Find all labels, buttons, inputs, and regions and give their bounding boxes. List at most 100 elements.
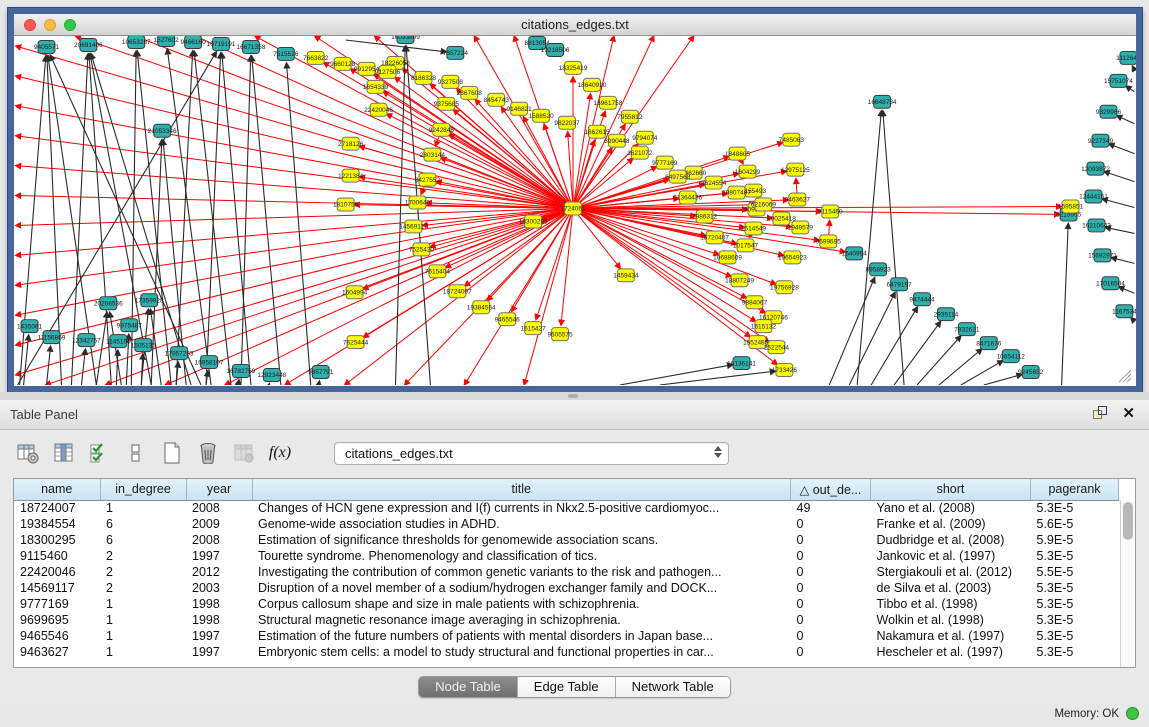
table-cell[interactable]: 2003 bbox=[186, 580, 252, 596]
table-cell[interactable]: 2009 bbox=[186, 516, 252, 532]
table-cell[interactable]: 1998 bbox=[186, 612, 252, 628]
table-cell[interactable]: 6 bbox=[100, 532, 186, 548]
table-cell[interactable]: Hescheler et al. (1997) bbox=[871, 644, 1031, 660]
table-cell[interactable]: 2008 bbox=[186, 532, 252, 548]
tab-edge-table[interactable]: Edge Table bbox=[518, 677, 616, 697]
citation-edge-black[interactable] bbox=[141, 354, 143, 385]
citation-edge-red[interactable] bbox=[573, 148, 612, 208]
table-row[interactable]: 1456911722003Disruption of a novel membe… bbox=[14, 580, 1119, 596]
column-header-out_de[interactable]: △ out_de... bbox=[791, 479, 871, 500]
table-cell[interactable]: Disruption of a novel member of a sodium… bbox=[252, 580, 791, 596]
table-cell[interactable]: 1 bbox=[100, 596, 186, 612]
create-column-button[interactable] bbox=[160, 441, 184, 465]
table-cell[interactable]: 9465546 bbox=[14, 628, 100, 644]
citation-edge-black[interactable] bbox=[620, 365, 733, 385]
table-row[interactable]: 1872400712008Changes of HCN gene express… bbox=[14, 500, 1119, 516]
table-cell[interactable]: 5.3E-5 bbox=[1031, 580, 1119, 596]
function-builder-button[interactable]: f(x) bbox=[268, 441, 292, 465]
table-cell[interactable]: Dudbridge et al. (2008) bbox=[871, 532, 1031, 548]
table-cell[interactable]: 1 bbox=[100, 628, 186, 644]
column-header-name[interactable]: name bbox=[14, 479, 100, 500]
table-cell[interactable]: 18724007 bbox=[14, 500, 100, 516]
table-cell[interactable]: Jankovic et al. (1997) bbox=[871, 548, 1031, 564]
table-cell[interactable]: Estimation of significance thresholds fo… bbox=[252, 532, 791, 548]
citation-edge-black[interactable] bbox=[829, 278, 874, 385]
table-cell[interactable]: 0 bbox=[791, 628, 871, 644]
table-selector-dropdown[interactable]: citations_edges.txt bbox=[334, 442, 729, 465]
citation-edge-black[interactable] bbox=[91, 54, 191, 385]
table-cell[interactable]: 2 bbox=[100, 580, 186, 596]
citation-edge-red[interactable] bbox=[573, 94, 591, 209]
column-header-in_degree[interactable]: in_degree bbox=[100, 479, 186, 500]
table-cell[interactable]: 1997 bbox=[186, 548, 252, 564]
citation-edge-black[interactable] bbox=[1104, 171, 1134, 181]
table-cell[interactable]: 0 bbox=[791, 612, 871, 628]
citation-edge-black[interactable] bbox=[883, 111, 904, 385]
citation-edge-black[interactable] bbox=[1109, 144, 1135, 154]
table-cell[interactable]: 1998 bbox=[186, 596, 252, 612]
table-cell[interactable]: de Silva et al. (2003) bbox=[871, 580, 1031, 596]
table-cell[interactable]: 9699695 bbox=[14, 612, 100, 628]
column-header-year[interactable]: year bbox=[186, 479, 252, 500]
column-header-title[interactable]: title bbox=[252, 479, 791, 500]
citation-edge-black[interactable] bbox=[1126, 86, 1135, 92]
citation-edge-black[interactable] bbox=[131, 51, 136, 385]
citation-edge-black[interactable] bbox=[871, 307, 917, 385]
table-row[interactable]: 977716911998Corpus callosum shape and si… bbox=[14, 596, 1119, 612]
close-panel-icon[interactable]: ✕ bbox=[1122, 406, 1135, 421]
table-row[interactable]: 1830029562008Estimation of significance … bbox=[14, 532, 1119, 548]
citation-edge-black[interactable] bbox=[984, 374, 1022, 385]
citation-edge-black[interactable] bbox=[660, 371, 776, 385]
table-cell[interactable]: 0 bbox=[791, 564, 871, 580]
network-view-canvas[interactable]: 9405571206914061065328715276029466160107… bbox=[14, 36, 1136, 385]
table-cell[interactable]: 5.3E-5 bbox=[1031, 612, 1119, 628]
table-cell[interactable]: Nakamura et al. (1997) bbox=[871, 628, 1031, 644]
table-cell[interactable]: 5.5E-5 bbox=[1031, 564, 1119, 580]
table-cell[interactable]: Estimation of the future numbers of pati… bbox=[252, 628, 791, 644]
table-cell[interactable]: 9115460 bbox=[14, 548, 100, 564]
citation-network-graph[interactable]: 9405571206914061065328715276029466160107… bbox=[14, 36, 1136, 385]
table-cell[interactable]: 5.3E-5 bbox=[1031, 500, 1119, 516]
table-cell[interactable]: 2008 bbox=[186, 500, 252, 516]
citation-edge-red[interactable] bbox=[441, 158, 573, 209]
table-mode-button[interactable] bbox=[16, 441, 40, 465]
panel-splitter[interactable] bbox=[0, 392, 1149, 400]
table-cell[interactable]: 5.9E-5 bbox=[1031, 532, 1119, 548]
citation-edge-red[interactable] bbox=[573, 36, 654, 209]
network-window-titlebar[interactable]: citations_edges.txt bbox=[14, 14, 1136, 36]
table-cell[interactable]: 9463627 bbox=[14, 644, 100, 660]
table-row[interactable]: 946554611997Estimation of the future num… bbox=[14, 628, 1119, 644]
table-cell[interactable]: Embryonic stem cells: a model to study s… bbox=[252, 644, 791, 660]
memory-ok-indicator[interactable] bbox=[1126, 707, 1139, 720]
table-cell[interactable]: Corpus callosum shape and size in male p… bbox=[252, 596, 791, 612]
citation-edge-black[interactable] bbox=[1117, 116, 1135, 124]
delete-column-button[interactable] bbox=[196, 441, 220, 465]
table-cell[interactable]: Franke et al. (2009) bbox=[871, 516, 1031, 532]
scrollbar-thumb[interactable] bbox=[1123, 502, 1133, 540]
table-cell[interactable]: Wolkin et al. (1998) bbox=[871, 612, 1031, 628]
table-cell[interactable]: 5.3E-5 bbox=[1031, 644, 1119, 660]
citation-edge-black[interactable] bbox=[346, 40, 447, 52]
tab-node-table[interactable]: Node Table bbox=[419, 677, 518, 697]
citation-edge-black[interactable] bbox=[241, 56, 251, 385]
tab-network-table[interactable]: Network Table bbox=[616, 677, 730, 697]
table-row[interactable]: 969969511998Structural magnetic resonanc… bbox=[14, 612, 1119, 628]
citation-edge-black[interactable] bbox=[849, 292, 895, 385]
table-cell[interactable]: 18300295 bbox=[14, 532, 100, 548]
citation-edge-black[interactable] bbox=[194, 51, 231, 385]
table-cell[interactable]: 6 bbox=[100, 516, 186, 532]
table-cell[interactable]: 2 bbox=[100, 548, 186, 564]
citation-edge-red[interactable] bbox=[16, 209, 573, 346]
table-cell[interactable]: 1 bbox=[100, 644, 186, 660]
citation-edge-black[interactable] bbox=[939, 349, 982, 385]
table-cell[interactable]: 0 bbox=[791, 580, 871, 596]
table-cell[interactable]: 2 bbox=[100, 564, 186, 580]
citation-edge-black[interactable] bbox=[1119, 287, 1135, 294]
table-cell[interactable]: 19384554 bbox=[14, 516, 100, 532]
table-cell[interactable]: 49 bbox=[791, 500, 871, 516]
table-cell[interactable]: 22420046 bbox=[14, 564, 100, 580]
citation-edge-red[interactable] bbox=[568, 132, 573, 209]
select-all-button[interactable] bbox=[88, 441, 112, 465]
table-cell[interactable]: 1 bbox=[100, 612, 186, 628]
citation-edge-black[interactable] bbox=[319, 381, 320, 385]
